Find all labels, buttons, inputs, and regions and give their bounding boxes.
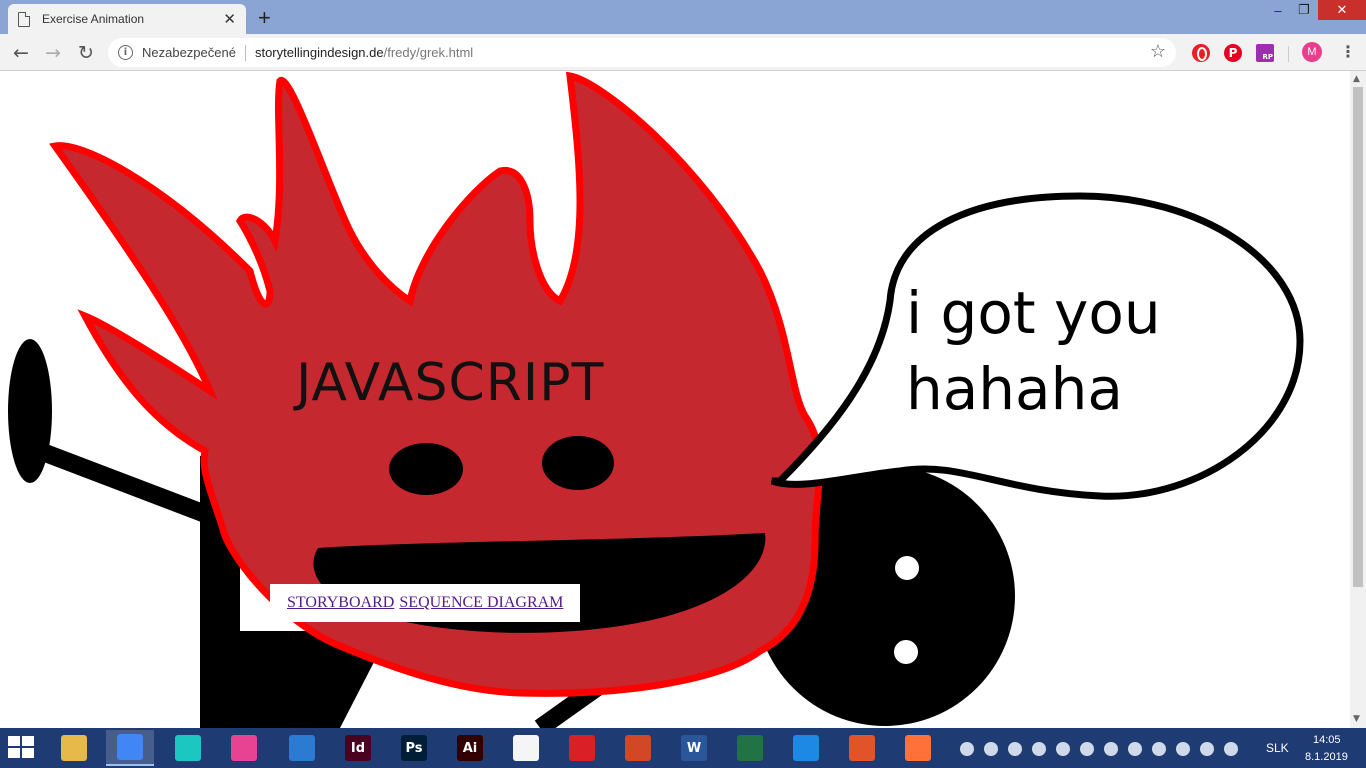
word-icon: W [681,735,707,761]
taskbar-app-button[interactable] [164,730,212,766]
help-icon[interactable] [960,742,974,756]
reload-button[interactable]: ↻ [73,40,99,66]
flag-icon[interactable] [1176,742,1190,756]
taskbar-app-button[interactable] [50,730,98,766]
bookmark-star-icon[interactable]: ☆ [1150,41,1166,62]
tray-app-icon[interactable] [1128,742,1142,756]
system-tray [960,740,1248,758]
rp-icon[interactable]: RP [1256,44,1274,62]
new-tab-button[interactable]: + [258,5,271,31]
dropbox-icon[interactable] [1080,742,1094,756]
firefox-icon [905,735,931,761]
info-icon[interactable]: i [118,45,133,60]
right-eye [542,436,614,490]
maximize-button[interactable]: ❐ [1292,0,1316,20]
opera-icon[interactable] [1192,44,1210,62]
page-icon [18,11,30,27]
tray-app-icon[interactable] [1056,742,1070,756]
taskbar-app-button[interactable] [614,730,662,766]
chrome-icon [117,734,143,760]
app-color-icon [231,735,257,761]
indesign-icon: Id [345,735,371,761]
scroll-down-icon[interactable]: ▼ [1353,714,1360,724]
browser-toolbar: ← → ↻ i Nezabezpečené storytellingindesi… [0,34,1366,71]
wheel-hole [894,640,918,664]
windows-start-icon[interactable] [8,736,36,760]
speech-line-2: hahaha [906,355,1123,423]
bluetooth-icon[interactable] [1224,742,1238,756]
taskbar-app-button[interactable] [220,730,268,766]
nav-links: STORYBOARD SEQUENCE DIAGRAM [270,584,580,622]
url-path: /fredy/grek.html [383,45,474,60]
creative-cloud-icon [569,735,595,761]
scroll-thumb[interactable] [1353,87,1363,587]
tab-strip: Exercise Animation ✕ + – ❐ ✕ [0,0,1366,34]
character-label: JAVASCRIPT [296,353,605,413]
sync-icon [793,735,819,761]
signal-icon[interactable] [1104,742,1118,756]
close-window-button[interactable]: ✕ [1318,0,1366,20]
taskbar-app-button[interactable] [838,730,886,766]
photoshop-icon: Ps [401,735,427,761]
sequence-diagram-link[interactable]: SEQUENCE DIAGRAM [399,594,563,612]
display-icon[interactable] [1200,742,1214,756]
storyboard-link[interactable]: STORYBOARD [287,594,394,612]
back-button[interactable]: ← [8,40,34,66]
volume-icon[interactable] [1152,742,1166,756]
menu-icon[interactable]: ⋮ [1340,42,1356,61]
profile-avatar[interactable]: M [1302,42,1322,62]
security-label: Nezabezpečené [142,45,236,60]
scroll-up-icon[interactable]: ▲ [1353,74,1360,84]
taskbar-app-button[interactable] [278,730,326,766]
taskbar-app-button[interactable]: Ai [446,730,494,766]
app-teal-icon [175,735,201,761]
powerpoint-icon [625,735,651,761]
taskbar-app-button[interactable] [106,730,154,766]
excel-icon [737,735,763,761]
left-eye [389,443,463,495]
app-orange-icon [849,735,875,761]
wheel-hole [895,556,919,580]
illustrator-icon: Ai [457,735,483,761]
clock-date[interactable]: 8.1.2019 [1305,751,1348,763]
address-bar[interactable]: i Nezabezpečené storytellingindesign.de … [108,38,1176,67]
url-host: storytellingindesign.de [254,45,384,60]
taskbar-app-button[interactable] [502,730,550,766]
taskbar-app-button[interactable] [782,730,830,766]
pinterest-icon[interactable]: P [1224,44,1242,62]
file-explorer-icon [61,735,87,761]
taskbar-app-button[interactable]: W [670,730,718,766]
tray-app-icon[interactable] [1032,742,1046,756]
speech-line-1: i got you [906,279,1161,347]
close-tab-icon[interactable]: ✕ [223,10,236,28]
separator [1288,46,1289,62]
taskbar-app-button[interactable]: Ps [390,730,438,766]
taskbar-app-button[interactable] [558,730,606,766]
tab-title: Exercise Animation [42,12,145,26]
minimize-button[interactable]: – [1266,0,1290,20]
taskbar-app-button[interactable]: Id [334,730,382,766]
forward-button[interactable]: → [40,40,66,66]
tray-app-icon[interactable] [984,742,998,756]
illustration [8,71,1304,728]
page-viewport: JAVASCRIPT i got you hahaha STORYBOARD S… [0,71,1350,728]
separator [244,44,246,61]
browser-tab[interactable]: Exercise Animation ✕ [8,4,246,34]
clock-time[interactable]: 14:05 [1313,734,1341,746]
vertical-scrollbar[interactable]: ▲ ▼ [1350,71,1366,728]
language-indicator[interactable]: SLK [1266,741,1289,755]
vscode-icon [289,735,315,761]
taskbar-app-button[interactable] [894,730,942,766]
taskbar-app-button[interactable] [726,730,774,766]
tray-app-icon[interactable] [1008,742,1022,756]
document-icon [513,735,539,761]
